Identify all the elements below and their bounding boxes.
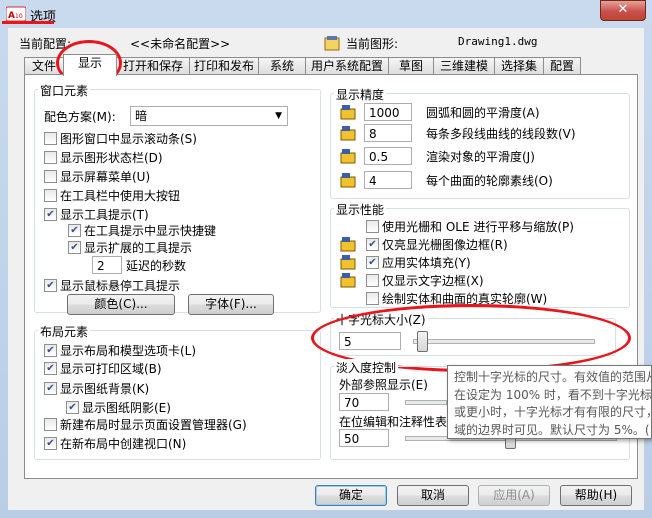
label-large-buttons: 在工具栏中使用大按钮	[60, 189, 181, 203]
ok-button[interactable]: 确定	[315, 485, 387, 506]
label-raster-ole: 使用光栅和 OLE 进行平移与缩放(P)	[382, 220, 574, 234]
display-performance-title: 显示性能	[334, 201, 387, 218]
checkbox-paper-shadow[interactable]: ✔	[66, 401, 79, 414]
tab-3d-modeling[interactable]: 三维建模	[433, 57, 495, 75]
checkbox-printable-area[interactable]: ✔	[44, 362, 57, 375]
current-profile-value: <<未命名配置>>	[130, 37, 231, 51]
drawing-setting-icon	[340, 237, 356, 252]
label-page-setup-manager: 新建布局时显示页面设置管理器(G)	[60, 418, 247, 432]
drawing-setting-icon	[340, 126, 356, 141]
fonts-button[interactable]: 字体(F)...	[188, 294, 274, 315]
checkbox-large-buttons[interactable]	[44, 189, 57, 202]
checkbox-shortcut-keys[interactable]: ✔	[68, 224, 81, 237]
label-scrollbars: 图形窗口中显示滚动条(S)	[60, 132, 197, 146]
arc-smoothness-input[interactable]: 1000	[364, 103, 412, 121]
drawing-icon	[324, 36, 340, 51]
xref-fade-label: 外部参照显示(E)	[339, 378, 428, 392]
tooltip-line: 域的边界时可见。默认尺寸为 5%。(	[454, 422, 650, 437]
tab-user-preferences[interactable]: 用户系统配置	[305, 57, 389, 75]
label-printable-area: 显示可打印区域(B)	[60, 362, 162, 376]
checkbox-page-setup-manager[interactable]	[44, 418, 57, 431]
drawing-setting-icon	[340, 173, 356, 188]
checkbox-paper-background[interactable]: ✔	[44, 382, 57, 395]
chevron-down-icon: ▼	[275, 111, 282, 121]
label-paper-background: 显示图纸背景(K)	[60, 382, 150, 396]
checkbox-extended-tooltips[interactable]: ✔	[68, 241, 81, 254]
checkbox-true-silhouettes[interactable]	[366, 292, 379, 305]
xref-fade-input[interactable]: 70	[339, 393, 389, 411]
inplace-fade-input[interactable]: 50	[339, 429, 389, 447]
tab-profiles[interactable]: 配置	[543, 57, 581, 75]
polyline-segments-input[interactable]: 8	[364, 124, 412, 142]
xref-fade-slider-track[interactable]	[405, 400, 447, 405]
drawing-setting-icon	[340, 149, 356, 164]
current-drawing-label: 当前图形:	[346, 37, 399, 51]
checkbox-raster-frame[interactable]: ✔	[366, 238, 379, 251]
svg-text:A: A	[8, 11, 15, 21]
polyline-segments-label: 每条多段线曲线的线段数(V)	[426, 127, 576, 141]
arc-smoothness-label: 圆弧和圆的平滑度(A)	[426, 106, 540, 120]
rendered-smoothness-label: 渲染对象的平滑度(J)	[426, 150, 535, 164]
label-layout-tabs: 显示布局和模型选项卡(L)	[60, 344, 197, 358]
checkbox-screen-menu[interactable]	[44, 170, 57, 183]
tooltip-line: 在设定为 100% 时，看不到十字光标的	[454, 387, 652, 402]
checkbox-layout-tabs[interactable]: ✔	[44, 344, 57, 357]
tab-display[interactable]: 显示	[63, 54, 117, 76]
label-solid-fill: 应用实体填充(Y)	[382, 256, 471, 270]
annotation-underline	[2, 21, 54, 24]
cancel-button[interactable]: 取消	[397, 485, 469, 506]
tab-open-save[interactable]: 打开和保存	[116, 57, 190, 75]
window-elements-title: 窗口元素	[38, 82, 91, 99]
drawing-setting-icon	[340, 105, 356, 120]
checkbox-status-bar[interactable]	[44, 151, 57, 164]
label-status-bar: 显示图形状态栏(D)	[60, 151, 163, 165]
checkbox-create-viewport[interactable]: ✔	[44, 437, 57, 450]
display-resolution-title: 显示精度	[334, 86, 387, 103]
colors-button[interactable]: 颜色(C)...	[67, 294, 175, 315]
contour-lines-input[interactable]: 4	[364, 171, 412, 189]
tab-plot-publish[interactable]: 打印和发布	[189, 57, 259, 75]
color-scheme-select[interactable]: 暗 ▼	[130, 106, 288, 126]
color-scheme-label: 配色方案(M):	[44, 110, 116, 124]
delay-seconds-input[interactable]: 2	[92, 256, 122, 274]
checkbox-raster-ole[interactable]	[366, 220, 379, 233]
title-bar[interactable]: A 10 选项 ✕	[0, 0, 652, 28]
checkbox-scrollbars[interactable]	[44, 132, 57, 145]
apply-button[interactable]: 应用(A)	[478, 485, 550, 506]
rendered-smoothness-input[interactable]: 0.5	[364, 147, 412, 165]
tooltip-line: 控制十字光标的尺寸。有效值的范围从	[454, 370, 652, 384]
tab-system[interactable]: 系统	[258, 57, 306, 75]
current-drawing-value: Drawing1.dwg	[458, 35, 538, 48]
options-dialog: A 10 选项 ✕ 当前配置: <<未命名配置>> 当前图形: Drawing1…	[0, 0, 652, 518]
crosshair-tooltip: 控制十字光标的尺寸。有效值的范围从 在设定为 100% 时，看不到十字光标的 或…	[447, 365, 652, 439]
fade-control-title: 淡入度控制	[334, 359, 399, 376]
delay-seconds-label: 延迟的秒数	[126, 259, 187, 273]
label-create-viewport: 在新布局中创建视口(N)	[60, 437, 187, 451]
help-button[interactable]: 帮助(H)	[560, 485, 632, 506]
label-screen-menu: 显示屏幕菜单(U)	[60, 170, 151, 184]
tab-selection[interactable]: 选择集	[494, 57, 544, 75]
checkbox-rollover[interactable]: ✔	[44, 279, 57, 292]
inplace-fade-label: 在位编辑和注释性表	[339, 415, 448, 429]
label-raster-frame: 仅亮显光栅图像边框(R)	[382, 238, 508, 252]
svg-text:10: 10	[15, 13, 23, 20]
label-paper-shadow: 显示图纸阴影(E)	[82, 401, 171, 415]
layout-elements-title: 布局元素	[38, 323, 91, 340]
checkbox-tooltips[interactable]: ✔	[44, 208, 57, 221]
tab-drafting[interactable]: 草图	[388, 57, 434, 75]
checkbox-solid-fill[interactable]: ✔	[366, 256, 379, 269]
drawing-setting-icon	[340, 255, 356, 270]
label-tooltips: 显示工具提示(T)	[60, 208, 149, 222]
label-shortcut-keys: 在工具提示中显示快捷键	[84, 224, 217, 238]
contour-lines-label: 每个曲面的轮廓素线(O)	[426, 174, 553, 188]
tooltip-line: 或更小时，十字光标才有有限的尺寸，	[454, 405, 652, 419]
label-extended-tooltips: 显示扩展的工具提示	[84, 241, 193, 255]
close-button[interactable]: ✕	[600, 0, 646, 21]
drawing-setting-icon	[340, 273, 356, 288]
label-rollover: 显示鼠标悬停工具提示	[60, 279, 181, 293]
label-text-frame: 仅显示文字边框(X)	[382, 274, 484, 288]
color-scheme-value: 暗	[135, 109, 148, 123]
checkbox-text-frame[interactable]	[366, 274, 379, 287]
